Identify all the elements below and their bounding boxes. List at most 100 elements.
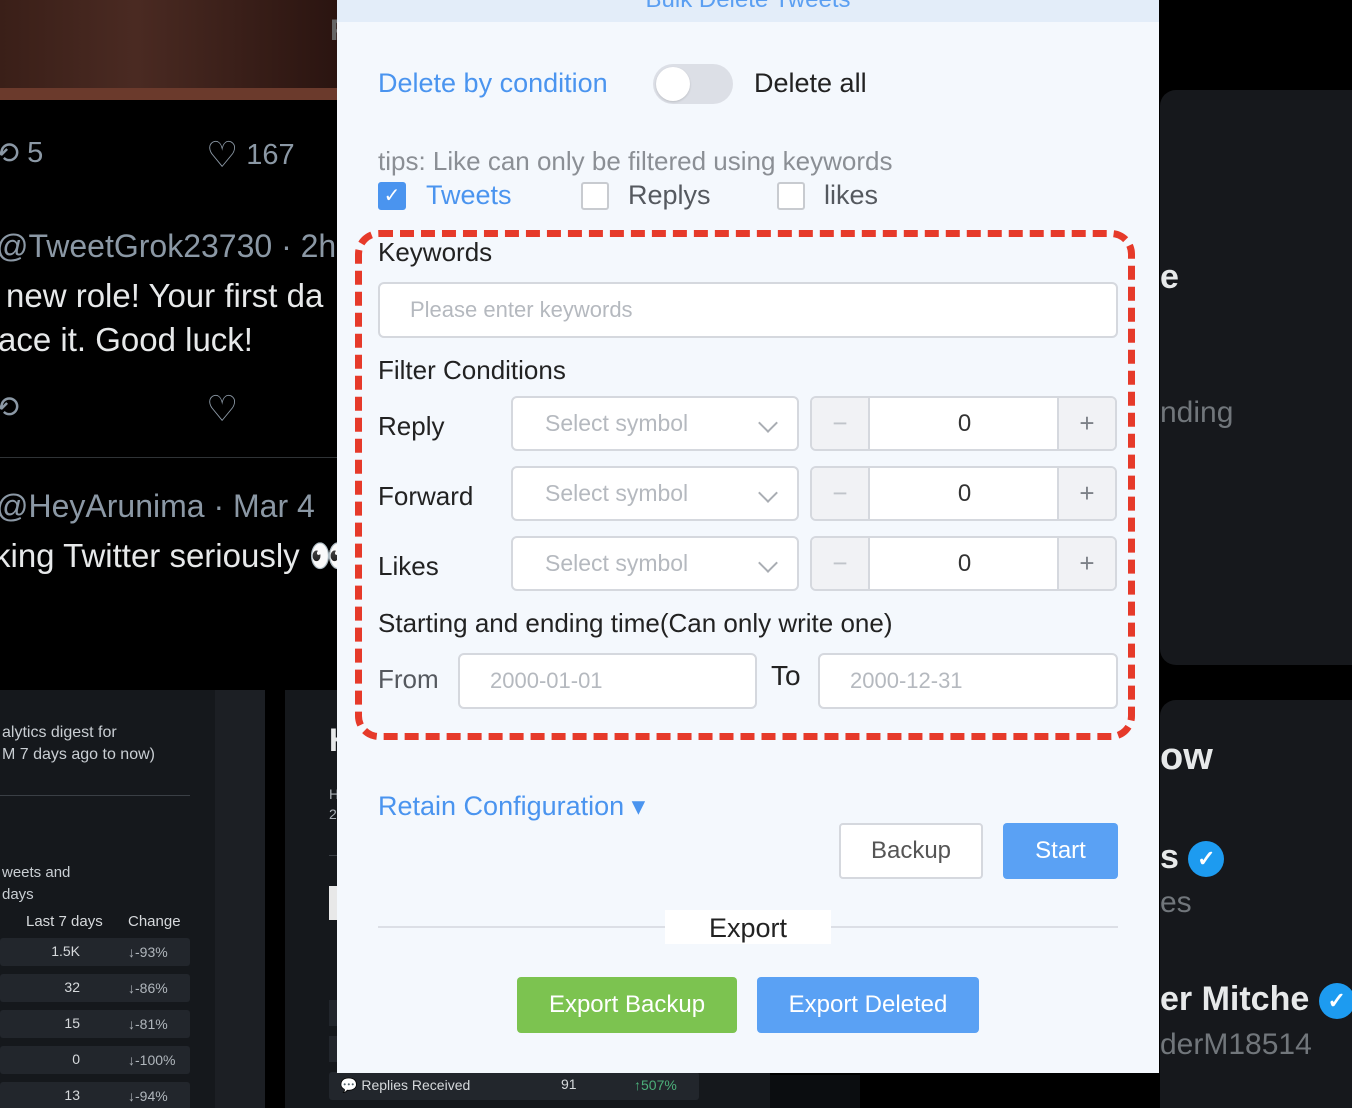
select-placeholder: Select symbol: [545, 480, 689, 506]
suggested-user-handle: derM18514: [1160, 1028, 1312, 1061]
check-icon: ✓: [383, 185, 401, 207]
likes-checkbox[interactable]: [777, 182, 805, 210]
replys-checkbox[interactable]: [581, 182, 609, 210]
replies-received-value: 91: [561, 1076, 577, 1092]
toggle-knob: [656, 67, 690, 101]
analytics-row-value: 13: [64, 1087, 80, 1103]
forward-count-value[interactable]: 0: [870, 468, 1059, 519]
tweets-checkbox-label[interactable]: Tweets: [426, 180, 512, 211]
reply-symbol-select[interactable]: Select symbol: [511, 396, 799, 451]
analytics-text: days: [2, 886, 34, 903]
retweet-stat[interactable]: ⟲ 5: [0, 136, 43, 171]
start-button[interactable]: Start: [1003, 823, 1118, 879]
tweet-divider: [0, 457, 340, 458]
sidebar-panel: [1160, 90, 1352, 665]
retain-configuration-dropdown[interactable]: Retain Configuration ▾: [378, 791, 645, 822]
background-shade: [770, 1075, 860, 1108]
increment-button[interactable]: +: [1057, 538, 1115, 589]
keywords-placeholder: Please enter keywords: [410, 297, 633, 322]
analytics-row-change: ↓-81%: [128, 1016, 168, 1032]
likes-count-value[interactable]: 0: [870, 538, 1059, 589]
heart-icon[interactable]: ♡: [206, 388, 238, 430]
suggested-user-handle: es: [1160, 886, 1192, 919]
analytics-row-value: 15: [64, 1015, 80, 1031]
analytics-row-value: 0: [72, 1051, 80, 1067]
tweets-checkbox[interactable]: ✓: [378, 182, 406, 210]
decrement-button[interactable]: −: [812, 538, 870, 589]
heart-icon: ♡: [206, 134, 239, 175]
analytics-row: [329, 1000, 337, 1026]
like-count: 167: [246, 138, 295, 171]
verified-badge-icon: ✓: [1188, 841, 1225, 878]
suggested-user-name[interactable]: er Mitche ✓: [1160, 980, 1352, 1020]
export-deleted-button[interactable]: Export Deleted: [757, 977, 979, 1033]
replies-received-label: 💬 Replies Received: [340, 1077, 470, 1094]
analytics-divider: [329, 855, 337, 856]
analytics-row-change: ↓-86%: [128, 980, 168, 996]
likes-checkbox-label[interactable]: likes: [824, 180, 878, 211]
increment-button[interactable]: +: [1057, 398, 1115, 449]
reply-count-stepper[interactable]: − 0 +: [810, 396, 1117, 451]
suggested-user-name-text: s: [1160, 838, 1179, 876]
tips-text: tips: Like can only be filtered using ke…: [378, 146, 893, 176]
from-date-input[interactable]: 2000-01-01: [458, 653, 757, 709]
reply-condition-label: Reply: [378, 411, 445, 441]
delete-mode-toggle[interactable]: [653, 64, 733, 104]
tweet-text-line: ace it. Good luck!: [0, 321, 253, 358]
reply-count-value[interactable]: 0: [870, 398, 1059, 449]
from-label: From: [378, 664, 439, 694]
suggested-user-name[interactable]: s ✓: [1160, 838, 1225, 878]
replys-checkbox-label[interactable]: Replys: [628, 180, 711, 211]
tweet-text-line: new role! Your first da: [6, 277, 324, 314]
like-stat[interactable]: ♡ 167: [206, 134, 295, 176]
analytics-row: [329, 1036, 337, 1062]
forward-count-stepper[interactable]: − 0 +: [810, 466, 1117, 521]
likes-count-stepper[interactable]: − 0 +: [810, 536, 1117, 591]
analytics-digest-line: alytics digest for: [2, 724, 117, 741]
to-date-input[interactable]: 2000-12-31: [818, 653, 1118, 709]
replies-received-text: Replies Received: [361, 1077, 471, 1093]
backup-button[interactable]: Backup: [839, 823, 983, 879]
retweet-icon: ⟲: [0, 137, 20, 170]
chevron-down-icon: [758, 413, 778, 433]
analytics-row-change: ↓-94%: [128, 1088, 168, 1104]
keywords-input[interactable]: Please enter keywords: [378, 282, 1118, 338]
tweet-handle[interactable]: @TweetGrok23730 · 2h: [0, 228, 336, 265]
tweet-handle[interactable]: @HeyArunima · Mar 4: [0, 488, 315, 525]
tweet-text-line: king Twitter seriously 👀: [0, 537, 350, 574]
delete-by-condition-label[interactable]: Delete by condition: [378, 68, 608, 99]
delete-all-label[interactable]: Delete all: [754, 68, 867, 99]
likes-symbol-select[interactable]: Select symbol: [511, 536, 799, 591]
verified-badge-icon: ✓: [1318, 983, 1352, 1020]
tweet-media-image[interactable]: [0, 0, 340, 100]
dialog-title: Bulk Delete Tweets: [337, 0, 1159, 14]
bulk-delete-dialog: Bulk Delete Tweets Delete by condition D…: [337, 0, 1159, 1073]
tweet-media-strip: [0, 88, 340, 100]
analytics-col-header: Last 7 days: [26, 913, 103, 930]
export-backup-button[interactable]: Export Backup: [517, 977, 737, 1033]
replies-received-change: ↑507%: [634, 1077, 677, 1093]
who-to-follow-title: ow: [1160, 736, 1213, 778]
keywords-label: Keywords: [378, 237, 493, 267]
dialog-header: Bulk Delete Tweets: [337, 0, 1159, 22]
screen: F ⟲ 5 ♡ 167 @TweetGrok23730 · 2h new rol…: [0, 0, 1352, 1108]
export-section-label: Export: [665, 910, 831, 944]
select-placeholder: Select symbol: [545, 410, 689, 436]
sidebar-partial-text: nding: [1160, 396, 1234, 429]
decrement-button[interactable]: −: [812, 468, 870, 519]
retweet-icon[interactable]: ⟲: [0, 390, 19, 425]
analytics-row-value: 32: [64, 979, 80, 995]
forward-symbol-select[interactable]: Select symbol: [511, 466, 799, 521]
chat-icon: 💬: [340, 1077, 358, 1093]
increment-button[interactable]: +: [1057, 468, 1115, 519]
analytics-col-header: Change: [128, 913, 181, 930]
retweet-count: 5: [27, 137, 44, 169]
to-label: To: [771, 660, 801, 691]
select-placeholder: Select symbol: [545, 550, 689, 576]
analytics-row-change: ↓-100%: [128, 1052, 176, 1068]
suggested-user-name-text: er Mitche: [1160, 980, 1310, 1018]
decrement-button[interactable]: −: [812, 398, 870, 449]
sidebar-partial-text: e: [1160, 258, 1179, 296]
from-date-placeholder: 2000-01-01: [490, 668, 603, 693]
filter-conditions-label: Filter Conditions: [378, 355, 566, 385]
